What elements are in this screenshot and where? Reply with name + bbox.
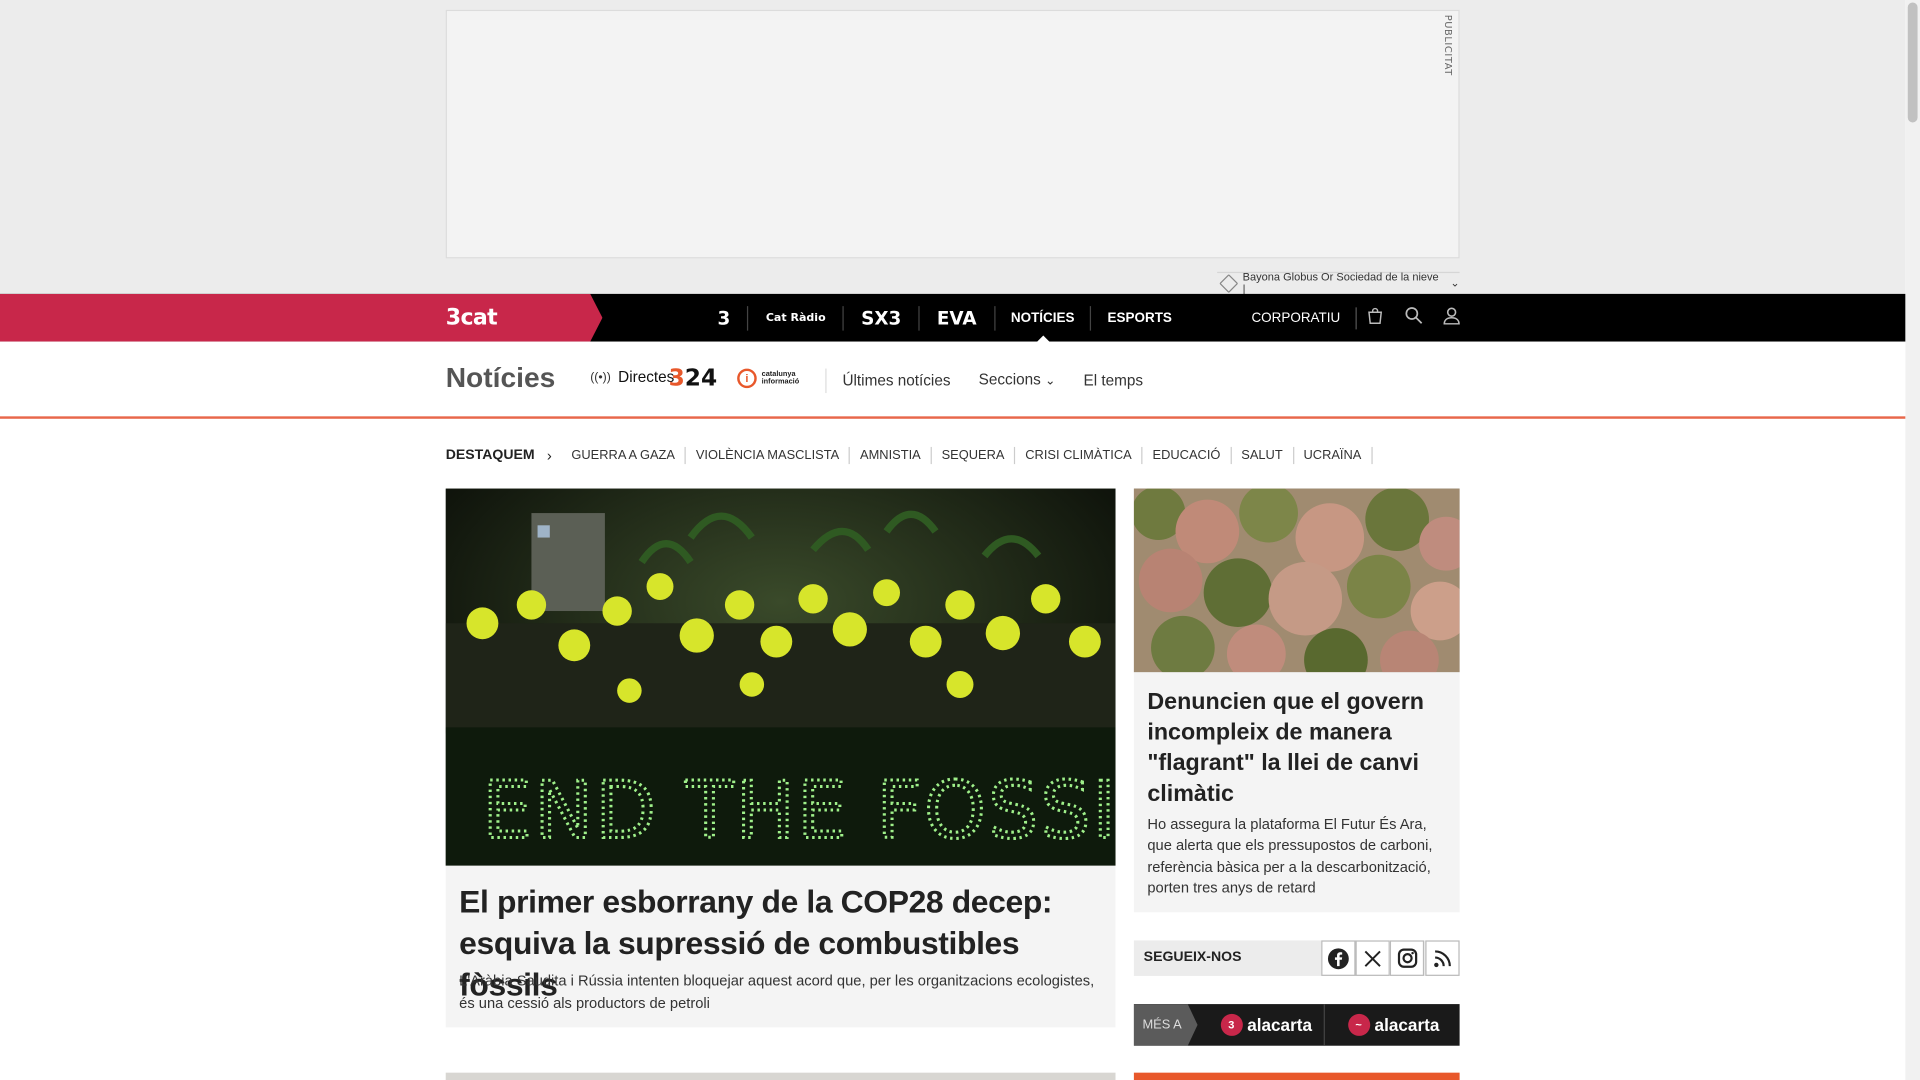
324-logo[interactable]: 324 [669,365,718,392]
highlight-tag[interactable]: AMNISTIA [850,446,932,465]
user-icon[interactable] [1432,306,1470,329]
search-icon[interactable] [1394,306,1432,329]
next-article-preview[interactable] [445,1072,1116,1080]
channel-nav: 3 Cat Ràdio SX3 EVA NOTÍCIES ESPORTS [700,294,1188,343]
side-article-card[interactable]: Denuncien que el govern incompleix de ma… [1133,672,1460,913]
brand-band [0,293,603,342]
channel-catradio-logo[interactable]: Cat Ràdio [749,305,845,331]
catradio-alacarta-link[interactable]: ~ alacarta [1332,1004,1454,1046]
next-side-preview[interactable] [1133,1072,1460,1080]
alacarta-label: alacarta [1374,1015,1440,1035]
nav-noticies[interactable]: NOTÍCIES [995,305,1092,343]
highlight-tag[interactable]: GUERRA A GAZA [562,446,687,465]
channel-sx3-logo[interactable]: SX3 [844,305,920,331]
scrollbar-thumb[interactable] [1907,2,1918,123]
chevron-down-icon[interactable]: ⌄ [1450,276,1459,289]
advertisement-area: PUBLICITAT Bayona Globus Or Sociedad de … [0,0,1906,296]
tv3-alacarta-link[interactable]: 3 alacarta [1207,1004,1325,1046]
subnav-seccions[interactable]: Seccions ⌄ [963,367,1068,394]
ad-info-text: Bayona Globus Or Sociedad de la nieve | [1242,270,1439,296]
utility-nav: CORPORATIU [1251,294,1470,342]
instagram-icon[interactable] [1389,940,1425,976]
alacarta-label: alacarta [1247,1015,1313,1035]
channel-tv3-logo[interactable]: 3 [700,305,749,331]
alacarta-more-label: MÉS A [1133,1004,1198,1046]
highlight-tag[interactable]: VIOLÈNCIA MASCLISTA [686,446,851,465]
catinfo-logo-text: catalunya informació [761,371,800,386]
live-broadcast-icon: ((•)) [590,370,611,384]
side-article-summary: Ho assegura la plataforma El Futur És Ar… [1147,815,1433,897]
highlight-tag[interactable]: SEQUERA [932,446,1016,465]
follow-us-bar: SEGUEIX-NOS [1133,940,1460,976]
top-navigation: 3cat 3 Cat Ràdio SX3 EVA NOTÍCIES ESPORT… [0,293,1906,343]
highlight-tag[interactable]: SALUT [1231,446,1294,465]
chevron-down-icon: ⌄ [1045,374,1056,389]
banner-text: END THE FOSSIL ERA [482,766,1115,857]
shop-bag-icon[interactable] [1356,307,1394,329]
highlight-tag[interactable]: EDUCACIÓ [1143,446,1232,465]
highlight-tag[interactable]: UCRAÏNA [1294,446,1373,465]
nav-esports[interactable]: ESPORTS [1092,306,1188,330]
scrollbar[interactable] [1905,0,1920,1080]
catalunya-informacio-logo[interactable]: i catalunya informació [737,368,815,389]
alacarta-bar: MÉS A 3 alacarta ~ alacarta [1133,1004,1460,1046]
3cat-logo[interactable]: 3cat [446,305,498,331]
live-label: Directes [618,368,675,386]
main-article-summary: L'Aràbia Saudita i Rússia intenten bloqu… [459,972,1095,1012]
subnav-ultimes-noticies[interactable]: Últimes notícies [827,369,963,393]
chevron-right-icon[interactable]: › [547,447,552,464]
highlights-bar: DESTAQUEM › GUERRA A GAZA VIOLÈNCIA MASC… [446,446,1373,466]
ad-info-bar[interactable]: Bayona Globus Or Sociedad de la nieve | … [1217,270,1460,296]
subnav-seccions-label: Seccions [978,371,1041,389]
section-header: Notícies ((•)) Directes 324 i catalunya … [0,341,1906,419]
divider [1323,1004,1325,1046]
section-subnav: Últimes notícies Seccions ⌄ El temps [825,367,1156,394]
nav-corporatiu[interactable]: CORPORATIU [1251,306,1357,329]
x-icon[interactable] [1355,940,1390,976]
facebook-icon[interactable] [1321,940,1356,976]
rss-icon[interactable] [1425,940,1460,976]
main-article-card[interactable]: El primer esborrany de la COP28 decep: e… [445,865,1116,1028]
main-article-image[interactable]: END THE FOSSIL ERA [445,488,1116,866]
catradio-logo-icon: ~ [1347,1013,1370,1036]
side-article-image[interactable] [1133,488,1460,673]
highlight-tag[interactable]: CRISI CLIMÀTICA [1015,446,1143,465]
catinfo-circle-icon: i [737,368,757,389]
follow-us-label: SEGUEIX-NOS [1143,950,1242,965]
highlights-label[interactable]: DESTAQUEM [446,448,535,463]
subnav-el-temps[interactable]: El temps [1068,369,1156,393]
tv3-logo-icon: 3 [1220,1013,1243,1036]
channel-eva-logo[interactable]: EVA [920,305,995,331]
live-link[interactable]: ((•)) Directes [590,369,674,386]
section-title[interactable]: Notícies [446,361,556,394]
ad-banner[interactable] [445,9,1460,259]
ad-label: PUBLICITAT [1442,14,1454,76]
tag-icon [1219,273,1239,293]
side-article-title[interactable]: Denuncien que el govern incompleix de ma… [1147,687,1451,809]
